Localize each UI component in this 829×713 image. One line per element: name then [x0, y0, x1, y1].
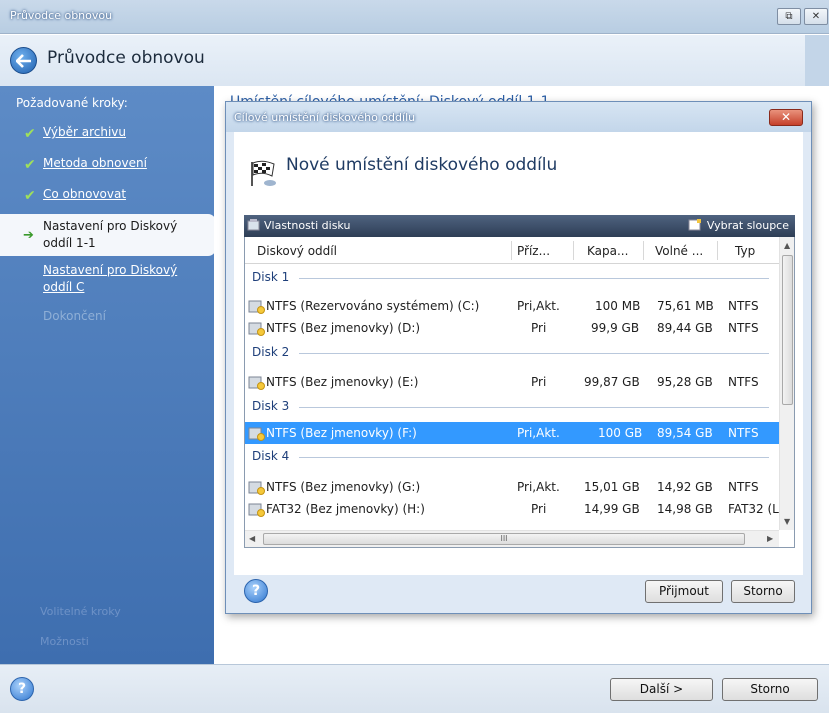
accept-button[interactable]: Přijmout [645, 580, 723, 603]
step-label: Výběr archivu [43, 125, 127, 139]
disk-group: Disk 4 [245, 446, 779, 466]
table-row[interactable]: NTFS (Bez jmenovky) (D:) Pri 99,9 GB 89,… [245, 317, 790, 339]
col-free[interactable]: Volné ... [655, 244, 703, 258]
options-label: Možnosti [40, 635, 89, 648]
disk-group-label: Disk 2 [252, 345, 290, 359]
scroll-down-icon[interactable]: ▼ [784, 517, 790, 526]
col-capacity[interactable]: Kapa... [587, 244, 628, 258]
list-toolbar: Vlastnosti disku Vybrat sloupce [244, 215, 795, 237]
steps-sidebar: Požadované kroky: ✔ Výběr archivu ✔ Meto… [0, 86, 216, 664]
column-header: Diskový oddíl Příz... Kapa... Volné ... … [245, 237, 794, 264]
table-row[interactable]: FAT32 (Bez jmenovky) (H:) Pri 14,99 GB 1… [245, 498, 790, 530]
dialog-titlebar: Cílové umístění diskového oddílu ✕ [226, 102, 811, 132]
select-columns-icon [688, 219, 701, 231]
check-icon: ✔ [24, 188, 36, 204]
horizontal-scrollbar[interactable]: ◀ III ▶ [245, 530, 779, 547]
col-flags[interactable]: Příz... [517, 244, 550, 258]
window-titlebar: Průvodce obnovou ⧉ ✕ [0, 0, 829, 34]
check-icon: ✔ [24, 126, 36, 142]
current-step-arrow-icon: ➔ [23, 228, 34, 243]
disk-group: Disk 1 [245, 267, 779, 287]
checkered-flag-icon [251, 160, 276, 186]
vertical-scroll-thumb[interactable] [782, 255, 793, 405]
partition-icon [248, 427, 265, 441]
disk-group: Disk 2 [245, 342, 779, 362]
partition-icon [248, 376, 265, 390]
back-arrow-icon[interactable] [10, 47, 37, 74]
disk-properties-icon [247, 219, 260, 231]
dialog-help-icon[interactable]: ? [244, 579, 268, 603]
disk-properties-button[interactable]: Vlastnosti disku [264, 219, 350, 232]
disk-group-label: Disk 3 [252, 399, 290, 413]
partition-location-dialog: Cílové umístění diskového oddílu ✕ Nové … [225, 101, 812, 614]
next-button[interactable]: Další > [610, 678, 713, 701]
col-partition[interactable]: Diskový oddíl [257, 244, 337, 258]
step-label: Nastavení pro Diskový oddíl C [43, 263, 178, 294]
partition-icon [248, 503, 265, 517]
table-row[interactable]: NTFS (Bez jmenovky) (G:) Pri,Akt. 15,01 … [245, 476, 790, 498]
partition-icon [248, 300, 265, 314]
step-label: Dokončení [43, 309, 106, 323]
partition-icon [248, 322, 265, 336]
step-partition-1-1[interactable]: ➔ Nastavení pro Diskový oddíl 1-1 [0, 214, 216, 256]
help-icon[interactable]: ? [10, 677, 34, 701]
dialog-heading: Nové umístění diskového oddílu [286, 155, 558, 175]
scroll-right-icon[interactable]: ▶ [767, 534, 773, 543]
restore-button[interactable]: ⧉ [777, 8, 801, 25]
disk-group-label: Disk 1 [252, 270, 290, 284]
table-row[interactable]: NTFS (Rezervováno systémem) (C:) Pri,Akt… [245, 295, 790, 317]
window-close-button[interactable]: ✕ [804, 8, 828, 25]
step-label: Nastavení pro Diskový oddíl 1-1 [43, 219, 178, 250]
wizard-header: Průvodce obnovou [0, 35, 829, 86]
partition-list[interactable]: Diskový oddíl Příz... Kapa... Volné ... … [244, 237, 795, 548]
disk-group: Disk 3 [245, 396, 779, 416]
dialog-close-button[interactable]: ✕ [769, 109, 803, 126]
wizard-title: Průvodce obnovou [47, 48, 205, 68]
dialog-footer: ? Přijmout Storno [234, 575, 803, 607]
dialog-body: Nové umístění diskového oddílu Vlastnost… [234, 132, 803, 575]
col-type[interactable]: Typ [735, 244, 755, 258]
header-strip [805, 35, 829, 86]
scroll-left-icon[interactable]: ◀ [249, 534, 255, 543]
horizontal-scroll-thumb[interactable]: III [263, 533, 745, 545]
partition-icon [248, 481, 265, 495]
window-title: Průvodce obnovou [10, 9, 113, 22]
dialog-cancel-button[interactable]: Storno [731, 580, 795, 603]
step-label: Metoda obnovení [43, 156, 147, 170]
dialog-title: Cílové umístění diskového oddílu [234, 111, 416, 124]
table-row-selected[interactable]: NTFS (Bez jmenovky) (F:) Pri,Akt. 100 GB… [245, 422, 779, 444]
step-label: Co obnovovat [43, 187, 127, 201]
footer-cancel-button[interactable]: Storno [722, 678, 818, 701]
select-columns-button[interactable]: Vybrat sloupce [707, 219, 789, 232]
scroll-up-icon[interactable]: ▲ [784, 241, 790, 250]
vertical-scrollbar[interactable]: ▲ ▼ [779, 237, 794, 530]
wizard-footer: ? Další > Storno [0, 664, 829, 713]
optional-steps-label: Volitelné kroky [40, 605, 121, 618]
steps-title: Požadované kroky: [16, 96, 128, 110]
table-row[interactable]: NTFS (Bez jmenovky) (E:) Pri 99,87 GB 95… [245, 371, 790, 393]
disk-group-label: Disk 4 [252, 449, 290, 463]
check-icon: ✔ [24, 157, 36, 173]
